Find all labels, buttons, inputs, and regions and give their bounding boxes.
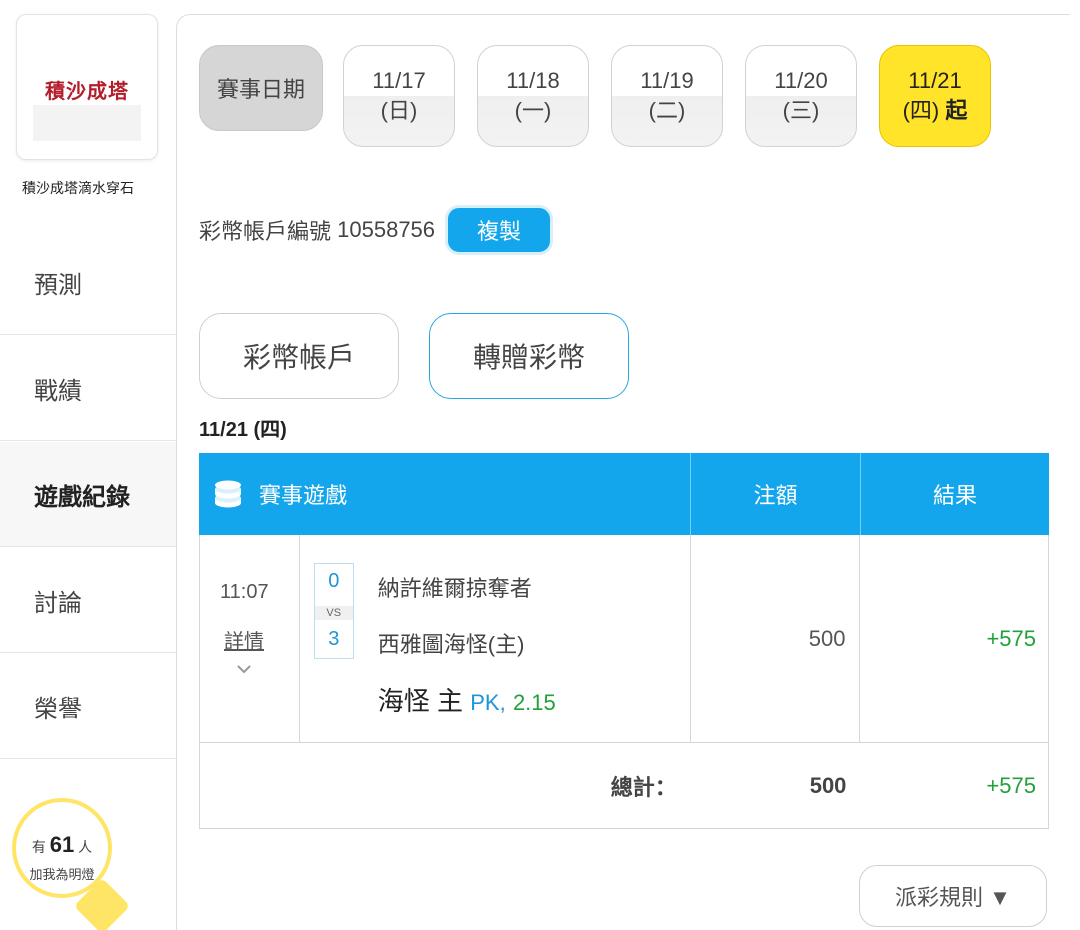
header-game-label: 賽事遊戲: [259, 483, 348, 508]
team-home: 西雅圖海怪(主): [377, 632, 525, 657]
sidebar-item-label: 遊戲紀錄: [34, 483, 130, 511]
date-filter: 賽事日期 11/17 (日) 11/18 (一) 11/19 (二) 11/20…: [199, 45, 1013, 147]
header-game: 賽事遊戲: [199, 453, 691, 535]
account-label: 彩幣帳戶編號: [199, 219, 332, 244]
date-chip-day: (日): [380, 98, 418, 123]
sidebar: 積沙成塔 積沙成塔滴水穿石 預測 戰績 遊戲紀錄 討論 榮譽 有 61 人 加我…: [0, 0, 176, 930]
sidebar-item-record[interactable]: 戰績: [0, 336, 176, 441]
main-panel: 賽事日期 11/17 (日) 11/18 (一) 11/19 (二) 11/20…: [176, 14, 1070, 930]
sidebar-item-game-history[interactable]: 遊戲紀錄: [0, 442, 176, 547]
date-chip-date: 11/18: [506, 68, 560, 93]
tab-transfer-coins[interactable]: 轉贈彩幣: [429, 313, 629, 399]
game-time: 11:07: [220, 581, 269, 603]
date-chip-day: (二): [648, 98, 686, 123]
fans-count: 61: [49, 832, 75, 857]
pick-type: PK,: [470, 690, 506, 715]
date-chip-suffix: 起: [945, 98, 968, 123]
account-tabs: 彩幣帳戶 轉贈彩幣: [199, 313, 659, 399]
sidebar-item-label: 預測: [34, 271, 82, 299]
date-chip-1118[interactable]: 11/18 (一): [477, 45, 589, 147]
avatar-logo-text: 積沙成塔: [45, 79, 129, 103]
date-chip-day-line: (四) 起: [903, 96, 968, 126]
date-filter-label: 賽事日期: [199, 45, 323, 131]
date-chip-date: 11/17: [372, 68, 426, 93]
table-total-row: 總計： 500 +575: [199, 743, 1049, 829]
fans-count-line: 有 61 人: [12, 832, 112, 858]
header-amount: 注額: [691, 453, 861, 535]
score-away: 0: [328, 570, 340, 592]
account-number: 10558756: [337, 217, 436, 242]
table-header: 賽事遊戲 注額 結果: [199, 453, 1049, 535]
vs-label: VS: [314, 606, 353, 620]
team-away: 納許維爾掠奪者: [377, 576, 532, 601]
lightbulb-follow-badge[interactable]: 有 61 人 加我為明燈: [12, 798, 132, 930]
pick-team: 海怪 主: [377, 686, 463, 716]
detail-link[interactable]: 詳情: [224, 625, 264, 654]
chevron-down-icon[interactable]: [236, 661, 252, 677]
avatar[interactable]: 積沙成塔: [16, 14, 158, 160]
cell-result: +575: [986, 625, 1037, 651]
score-home: 3: [328, 628, 340, 650]
coin-stack-icon: [215, 480, 241, 508]
pick-odds: 2.15: [512, 690, 556, 715]
tab-coin-account[interactable]: 彩幣帳戶: [199, 313, 399, 399]
table-row: 11:07 詳情 0 VS 3 納許維爾掠奪者 西雅圖海怪(主) 海怪 主 PK…: [199, 535, 1049, 743]
game-record-table: 賽事遊戲 注額 結果 11:07 詳情 0 VS 3 納許維爾掠奪者 西雅圖海怪: [199, 453, 1049, 829]
cell-match: 0 VS 3 納許維爾掠奪者 西雅圖海怪(主) 海怪 主 PK, 2.15: [300, 535, 691, 742]
date-chip-1121[interactable]: 11/21 (四) 起: [879, 45, 991, 147]
date-chip-1120[interactable]: 11/20 (三): [745, 45, 857, 147]
total-label: 總計：: [610, 774, 677, 800]
sidebar-item-label: 榮譽: [34, 695, 82, 723]
avatar-image: 積沙成塔: [33, 33, 141, 141]
fans-suffix: 人: [78, 839, 93, 855]
header-result: 結果: [932, 483, 977, 508]
sidebar-item-label: 討論: [34, 589, 82, 617]
sidebar-item-label: 戰績: [34, 377, 82, 405]
account-row: 彩幣帳戶編號 10558756 複製: [199, 205, 554, 255]
sidebar-item-discussion[interactable]: 討論: [0, 548, 176, 653]
copy-button[interactable]: 複製: [445, 205, 554, 255]
date-chip-date: 11/20: [774, 68, 828, 93]
fans-prefix: 有: [31, 839, 46, 855]
day-title: 11/21 (四): [199, 419, 287, 441]
sidebar-item-honor[interactable]: 榮譽: [0, 654, 176, 759]
cell-amount: 500: [691, 535, 861, 742]
date-chip-date: 11/19: [640, 68, 694, 93]
date-chip-day: (四): [902, 98, 940, 123]
date-chip-1117[interactable]: 11/17 (日): [343, 45, 455, 147]
total-result: +575: [986, 772, 1036, 798]
fans-caption: 加我為明燈: [29, 867, 95, 882]
username: 積沙成塔滴水穿石: [22, 180, 134, 196]
pick-line: 海怪 主 PK, 2.15: [378, 681, 556, 718]
date-chip-day: (三): [782, 98, 820, 123]
score-box: 0 VS 3: [313, 563, 354, 659]
date-chip-date: 11/21: [908, 68, 962, 93]
payout-rules-button[interactable]: 派彩規則 ▼: [859, 865, 1047, 927]
date-chip-day: (一): [514, 98, 552, 123]
cell-time: 11:07 詳情: [200, 535, 300, 742]
date-chip-1119[interactable]: 11/19 (二): [611, 45, 723, 147]
total-amount: 500: [809, 772, 847, 798]
sidebar-item-predict[interactable]: 預測: [0, 230, 176, 335]
